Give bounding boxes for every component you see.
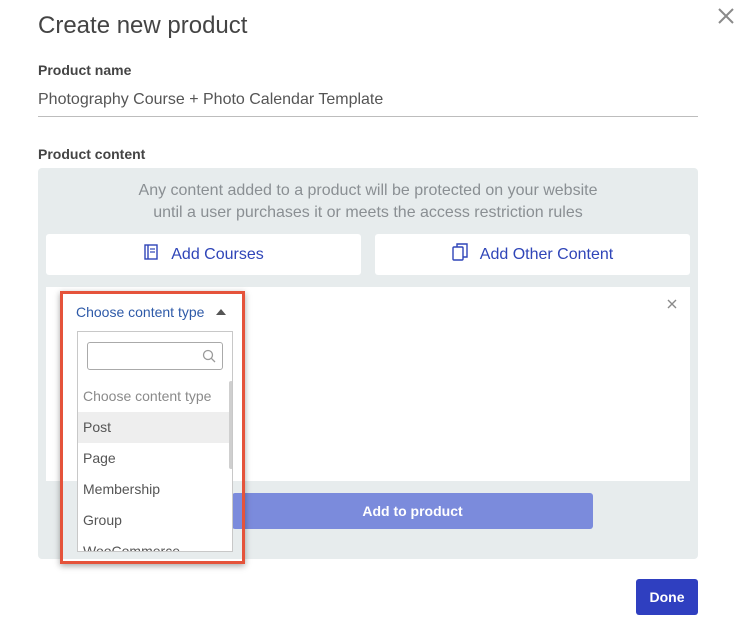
add-courses-label: Add Courses [171,245,264,263]
add-other-content-button[interactable]: Add Other Content [375,234,690,275]
add-courses-button[interactable]: Add Courses [46,234,361,275]
product-name-underline [38,116,698,117]
copy-icon [452,243,480,266]
info-line-2: until a user purchases it or meets the a… [153,204,583,221]
info-line-1: Any content added to a product will be p… [138,182,598,199]
done-button[interactable]: Done [636,579,698,615]
protection-info-text: Any content added to a product will be p… [38,180,698,224]
close-icon[interactable] [714,4,738,28]
highlight-box [60,291,245,564]
product-name-input[interactable]: Photography Course + Photo Calendar Temp… [38,91,383,109]
add-to-product-button[interactable]: Add to product [232,493,593,529]
product-content-label: Product content [38,146,146,162]
add-other-content-label: Add Other Content [479,245,614,263]
book-icon [143,244,171,265]
dialog-title: Create new product [38,12,248,39]
remove-row-icon[interactable] [665,297,679,311]
product-name-label: Product name [38,62,132,78]
